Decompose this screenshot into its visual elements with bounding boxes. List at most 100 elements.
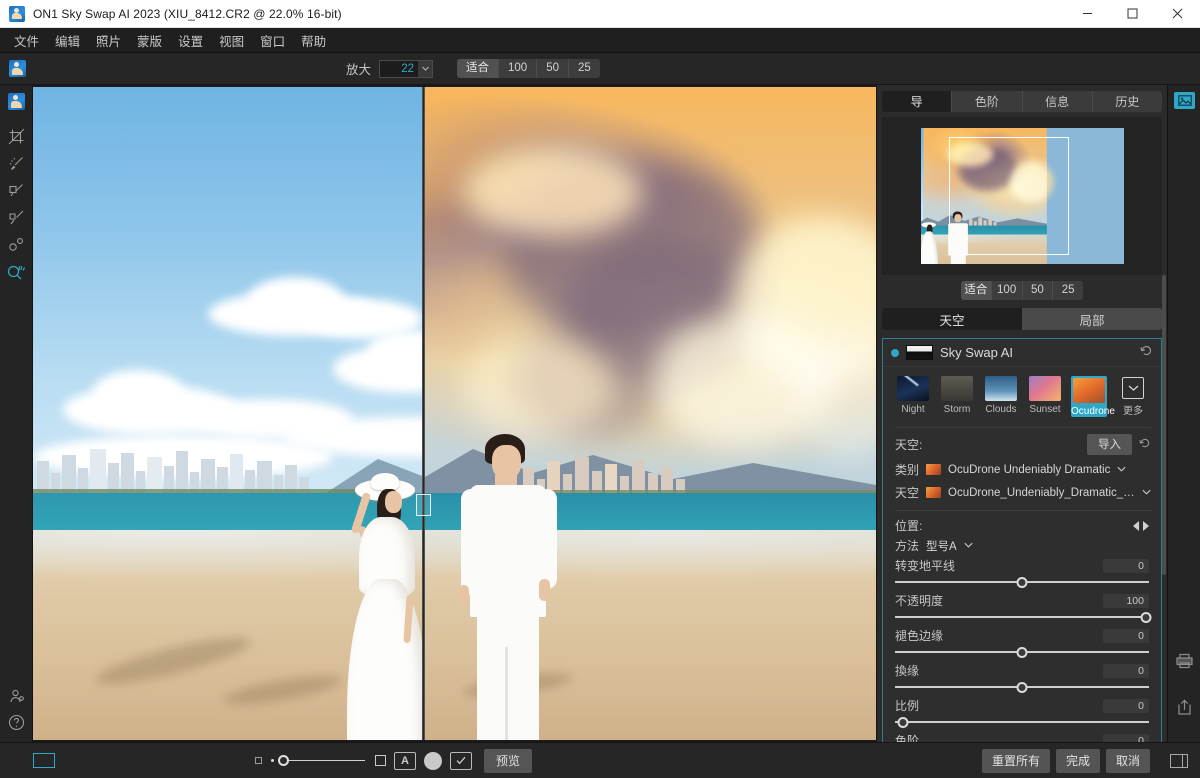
menu-item-settings[interactable]: 设置 <box>170 28 211 53</box>
module-enabled-dot[interactable] <box>891 348 899 357</box>
menu-item-file[interactable]: 文件 <box>6 28 47 53</box>
sky-preset-more[interactable]: 更多 <box>1115 376 1151 417</box>
chevron-down-icon[interactable] <box>964 540 973 551</box>
preview-button[interactable]: 预览 <box>484 748 533 773</box>
import-button[interactable]: 导入 <box>1087 434 1132 455</box>
menu-item-window[interactable]: 窗口 <box>252 28 293 53</box>
zoom-preset-100[interactable]: 100 <box>499 59 538 78</box>
left-right-arrows-icon[interactable] <box>1131 520 1151 531</box>
tab-navigator[interactable]: 导 <box>882 91 953 112</box>
photo-compare-view[interactable] <box>33 87 876 740</box>
close-icon[interactable] <box>1155 0 1200 28</box>
sky-preset-ocudrone[interactable]: Ocudrone <box>1071 376 1115 417</box>
method-row[interactable]: 方法 型号A <box>883 534 1161 554</box>
slider-track[interactable] <box>895 715 1149 729</box>
module-selector-icon[interactable] <box>0 85 33 117</box>
slider-knob[interactable] <box>1016 647 1028 658</box>
retouch-brush-icon[interactable] <box>0 150 33 177</box>
perfect-eraser-icon[interactable] <box>0 177 33 204</box>
tab-local[interactable]: 局部 <box>1022 308 1162 330</box>
image-canvas[interactable] <box>33 85 876 742</box>
menu-item-view[interactable]: 视图 <box>211 28 252 53</box>
sky-swap-module-icon[interactable] <box>0 53 34 85</box>
reset-all-button[interactable]: 重置所有 <box>981 748 1050 773</box>
panel-scrollbar[interactable] <box>1162 275 1166 575</box>
slider-track[interactable] <box>895 610 1152 624</box>
panel-tab-group: 导 色阶 信息 历史 <box>882 91 1162 112</box>
slider-value[interactable]: 0 <box>1103 698 1149 713</box>
category-row[interactable]: 类别 OcuDrone Undeniably Dramatic <box>883 455 1161 478</box>
slider-knob[interactable] <box>1016 682 1028 693</box>
sky-preset-clouds[interactable]: Clouds <box>983 376 1019 417</box>
clone-stamp-icon[interactable] <box>0 231 33 258</box>
navigator-viewport-box[interactable] <box>948 137 1069 255</box>
menu-item-edit[interactable]: 编辑 <box>47 28 88 53</box>
minimize-icon[interactable] <box>1065 0 1110 28</box>
cancel-button[interactable]: 取消 <box>1105 748 1150 773</box>
slider-track[interactable] <box>895 645 1149 659</box>
navigator-zoom-presets: 适合 100 50 25 <box>961 281 1083 300</box>
chevron-down-icon[interactable] <box>418 59 434 78</box>
nav-zoom-25[interactable]: 25 <box>1053 281 1083 300</box>
help-icon[interactable] <box>0 709 33 736</box>
split-view-divider[interactable] <box>422 87 425 740</box>
bottom-bar: A 预览 重置所有 完成 取消 <box>0 742 1200 778</box>
slider-value[interactable]: 0 <box>1103 663 1149 678</box>
account-icon[interactable] <box>0 682 33 709</box>
tab-levels[interactable]: 色阶 <box>952 91 1023 112</box>
sky-section-row: 天空: 导入 <box>883 428 1161 455</box>
print-icon[interactable] <box>1168 646 1200 676</box>
split-view-handle[interactable] <box>416 494 431 516</box>
slider-track[interactable] <box>895 575 1149 589</box>
zoom-preset-50[interactable]: 50 <box>537 59 569 78</box>
sky-swap-ai-module: Sky Swap AI Night Storm Clouds Sunset Oc… <box>882 338 1162 761</box>
share-export-icon[interactable] <box>1168 692 1200 722</box>
menu-item-photo[interactable]: 照片 <box>88 28 129 53</box>
edit-module-icon[interactable] <box>1168 85 1200 115</box>
adjustable-brush-icon[interactable] <box>0 204 33 231</box>
slider-value[interactable]: 0 <box>1103 558 1149 573</box>
crop-tool-icon[interactable] <box>0 123 33 150</box>
slider-track[interactable] <box>895 680 1149 694</box>
reset-icon[interactable] <box>1139 436 1151 454</box>
module-title: Sky Swap AI <box>940 345 1013 360</box>
nav-zoom-fit[interactable]: 适合 <box>961 281 992 300</box>
zoom-preset-fit[interactable]: 适合 <box>457 59 500 78</box>
tab-history[interactable]: 历史 <box>1093 91 1162 112</box>
chevron-down-icon[interactable] <box>1117 464 1126 475</box>
zoom-preset-25[interactable]: 25 <box>569 59 600 78</box>
compare-checkbox-icon[interactable] <box>450 751 472 770</box>
slider-knob[interactable] <box>278 754 289 766</box>
soft-proof-circle-icon[interactable] <box>424 751 442 770</box>
sky-row[interactable]: 天空 OcuDrone_Undeniably_Dramatic_Sky_01 <box>883 478 1161 501</box>
sky-preset-storm[interactable]: Storm <box>939 376 975 417</box>
done-button[interactable]: 完成 <box>1055 748 1100 773</box>
chevron-down-icon[interactable] <box>1142 487 1151 498</box>
slider-knob[interactable] <box>1016 577 1028 588</box>
zoom-input[interactable]: 22 <box>379 59 420 78</box>
nav-zoom-50[interactable]: 50 <box>1023 281 1054 300</box>
nav-zoom-100[interactable]: 100 <box>992 281 1023 300</box>
text-overlay-icon[interactable]: A <box>394 751 416 770</box>
tab-info[interactable]: 信息 <box>1023 91 1093 112</box>
slider-knob[interactable] <box>897 717 909 728</box>
slider-knob[interactable] <box>1140 612 1152 623</box>
color-swatch[interactable] <box>33 753 55 768</box>
tab-sky[interactable]: 天空 <box>882 308 1022 330</box>
sky-preset-sunset[interactable]: Sunset <box>1027 376 1063 417</box>
menu-item-mask[interactable]: 蒙版 <box>129 28 170 53</box>
menu-item-help[interactable]: 帮助 <box>293 28 334 53</box>
slider-value[interactable]: 100 <box>1103 593 1149 608</box>
maximize-icon[interactable] <box>1110 0 1155 28</box>
brush-size-slider[interactable] <box>270 754 365 767</box>
navigator-pane[interactable] <box>882 117 1162 275</box>
navigator-thumbnail[interactable] <box>920 128 1124 264</box>
slider-value[interactable]: 0 <box>1103 628 1149 643</box>
slider-edge-shift: 換缘 0 <box>883 659 1161 694</box>
sky-preset-night[interactable]: Night <box>895 376 931 417</box>
toggle-panel-icon[interactable] <box>1170 753 1188 768</box>
zoom-tool-icon[interactable] <box>0 258 33 285</box>
reset-icon[interactable] <box>1140 344 1153 362</box>
view-square-icon[interactable] <box>375 755 386 766</box>
small-square-icon[interactable] <box>255 757 262 764</box>
